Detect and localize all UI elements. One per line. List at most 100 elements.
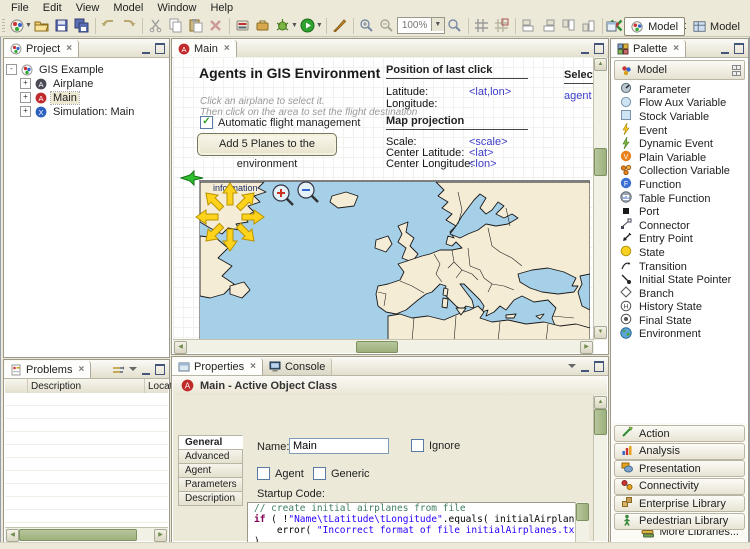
palette-layout-toggle-icon[interactable] bbox=[732, 65, 739, 76]
palette-group-enterprise-library[interactable]: Enterprise Library bbox=[614, 495, 745, 512]
maximize-icon[interactable] bbox=[594, 361, 604, 372]
save-button[interactable] bbox=[52, 17, 72, 35]
redo-button[interactable] bbox=[119, 17, 139, 35]
properties-tab-parameters[interactable]: Parameters bbox=[178, 477, 243, 492]
scroll-thumb[interactable] bbox=[356, 341, 398, 353]
build-button[interactable] bbox=[233, 17, 253, 35]
cut-button[interactable] bbox=[146, 17, 166, 35]
palette-item-port[interactable]: Port bbox=[612, 205, 747, 219]
properties-vscrollbar[interactable]: ▲ bbox=[593, 395, 607, 541]
model-canvas[interactable]: Agents in GIS Environment Click an airpl… bbox=[173, 57, 594, 340]
palette-group-pedestrian-library[interactable]: Pedestrian Library bbox=[614, 513, 745, 530]
filter-icon[interactable] bbox=[112, 365, 124, 375]
expand-icon[interactable]: + bbox=[20, 92, 31, 103]
generic-checkbox[interactable] bbox=[313, 467, 326, 480]
view-menu-icon[interactable] bbox=[129, 367, 137, 371]
tab-console[interactable]: Console bbox=[263, 358, 332, 375]
menu-help[interactable]: Help bbox=[203, 1, 240, 15]
snap-to-grid-button[interactable] bbox=[492, 17, 512, 35]
minimize-icon[interactable] bbox=[581, 44, 589, 54]
tree-item-main[interactable]: +AMain bbox=[20, 91, 167, 104]
scroll-left-icon[interactable]: ◀ bbox=[6, 529, 19, 542]
collapse-icon[interactable]: - bbox=[6, 64, 17, 75]
palette-item-history-state[interactable]: HHistory State bbox=[612, 301, 747, 315]
open-button[interactable] bbox=[32, 17, 52, 35]
align-top-button[interactable] bbox=[559, 17, 579, 35]
scroll-right-icon[interactable]: ▶ bbox=[154, 529, 167, 542]
minimize-icon[interactable] bbox=[581, 362, 589, 372]
perspective-model-exploration-button[interactable]: Model bbox=[687, 18, 746, 35]
scroll-up-icon[interactable]: ▲ bbox=[594, 58, 607, 71]
tab-properties[interactable]: Properties × bbox=[172, 358, 263, 375]
zoom-out-button[interactable] bbox=[377, 17, 397, 35]
menu-view[interactable]: View bbox=[69, 1, 107, 15]
paintbrush-button[interactable] bbox=[330, 17, 350, 35]
palette-item-transition[interactable]: Transition bbox=[612, 260, 747, 274]
menu-model[interactable]: Model bbox=[106, 1, 150, 15]
palette-item-dynamic-event[interactable]: Dynamic Event bbox=[612, 137, 747, 151]
debug-dropdown-icon[interactable]: ▼ bbox=[291, 22, 298, 29]
palette-item-stock-variable[interactable]: Stock Variable bbox=[612, 110, 747, 124]
new-model-button[interactable] bbox=[7, 17, 27, 35]
zoom-level-select[interactable]: 100%▼ bbox=[397, 17, 445, 34]
tab-problems[interactable]: Problems × bbox=[4, 361, 91, 378]
new-model-dropdown-icon[interactable]: ▼ bbox=[25, 22, 32, 29]
maximize-icon[interactable] bbox=[594, 43, 604, 54]
delete-button[interactable] bbox=[206, 17, 226, 35]
expand-icon[interactable]: + bbox=[20, 106, 31, 117]
save-all-button[interactable] bbox=[72, 17, 92, 35]
grid-toggle-button[interactable] bbox=[472, 17, 492, 35]
open-perspective-button[interactable] bbox=[602, 18, 622, 36]
tree-item-simulation-main[interactable]: +XSimulation: Main bbox=[20, 105, 167, 118]
close-icon[interactable]: × bbox=[224, 43, 230, 54]
maximize-icon[interactable] bbox=[155, 364, 165, 375]
agent-checkbox[interactable] bbox=[257, 467, 270, 480]
palette-group-connectivity[interactable]: Connectivity bbox=[614, 478, 745, 495]
editor-vscrollbar[interactable]: ▲ ▼ bbox=[593, 57, 607, 340]
palette-item-parameter[interactable]: Parameter bbox=[612, 83, 747, 97]
zoom-dropdown-icon[interactable]: ▼ bbox=[431, 18, 444, 31]
palette-item-collection-variable[interactable]: Collection Variable bbox=[612, 165, 747, 179]
maximize-icon[interactable] bbox=[734, 43, 744, 54]
minimize-icon[interactable] bbox=[142, 365, 150, 375]
scroll-down-icon[interactable]: ▼ bbox=[594, 326, 607, 339]
name-input[interactable] bbox=[289, 438, 389, 454]
palette-item-state[interactable]: State bbox=[612, 246, 747, 260]
problems-hscrollbar[interactable]: ◀ ▶ bbox=[5, 527, 168, 541]
maximize-icon[interactable] bbox=[155, 43, 165, 54]
menu-file[interactable]: File bbox=[4, 1, 36, 15]
scroll-right-icon[interactable]: ▶ bbox=[580, 341, 593, 354]
properties-tab-general[interactable]: General bbox=[178, 435, 243, 450]
palette-item-table-function[interactable]: Table Function bbox=[612, 192, 747, 206]
menu-edit[interactable]: Edit bbox=[36, 1, 69, 15]
problems-table[interactable] bbox=[5, 393, 168, 528]
palette-item-entry-point[interactable]: Entry Point bbox=[612, 233, 747, 247]
debug-button[interactable] bbox=[273, 17, 293, 35]
palette-group-analysis[interactable]: Analysis bbox=[614, 443, 745, 460]
tab-project[interactable]: Project × bbox=[4, 40, 79, 57]
scroll-thumb[interactable] bbox=[594, 409, 607, 435]
close-icon[interactable]: × bbox=[66, 43, 72, 54]
align-left-button[interactable] bbox=[519, 17, 539, 35]
zoom-in-button[interactable] bbox=[357, 17, 377, 35]
palette-group-presentation[interactable]: Presentation bbox=[614, 460, 745, 477]
tree-item-gis-example[interactable]: -GIS Example bbox=[6, 63, 167, 76]
perspective-model-button[interactable]: Model bbox=[624, 17, 685, 36]
minimize-icon[interactable] bbox=[142, 44, 150, 54]
undo-button[interactable] bbox=[99, 17, 119, 35]
palette-item-flow-aux-variable[interactable]: Flow Aux Variable bbox=[612, 97, 747, 111]
scroll-thumb[interactable] bbox=[19, 529, 137, 541]
auto-flight-checkbox[interactable]: ✓ bbox=[200, 116, 213, 129]
properties-tab-description[interactable]: Description bbox=[178, 491, 243, 506]
ignore-checkbox[interactable] bbox=[411, 439, 424, 452]
paste-button[interactable] bbox=[186, 17, 206, 35]
align-bottom-button[interactable] bbox=[579, 17, 599, 35]
align-right-button[interactable] bbox=[539, 17, 559, 35]
tree-item-airplane[interactable]: +AAirplane bbox=[20, 77, 167, 90]
close-icon[interactable]: × bbox=[673, 43, 679, 54]
scroll-thumb[interactable] bbox=[576, 503, 589, 521]
scroll-thumb[interactable] bbox=[594, 148, 607, 176]
expand-icon[interactable]: + bbox=[20, 78, 31, 89]
minimize-icon[interactable] bbox=[721, 44, 729, 54]
view-menu-icon[interactable] bbox=[568, 364, 576, 368]
